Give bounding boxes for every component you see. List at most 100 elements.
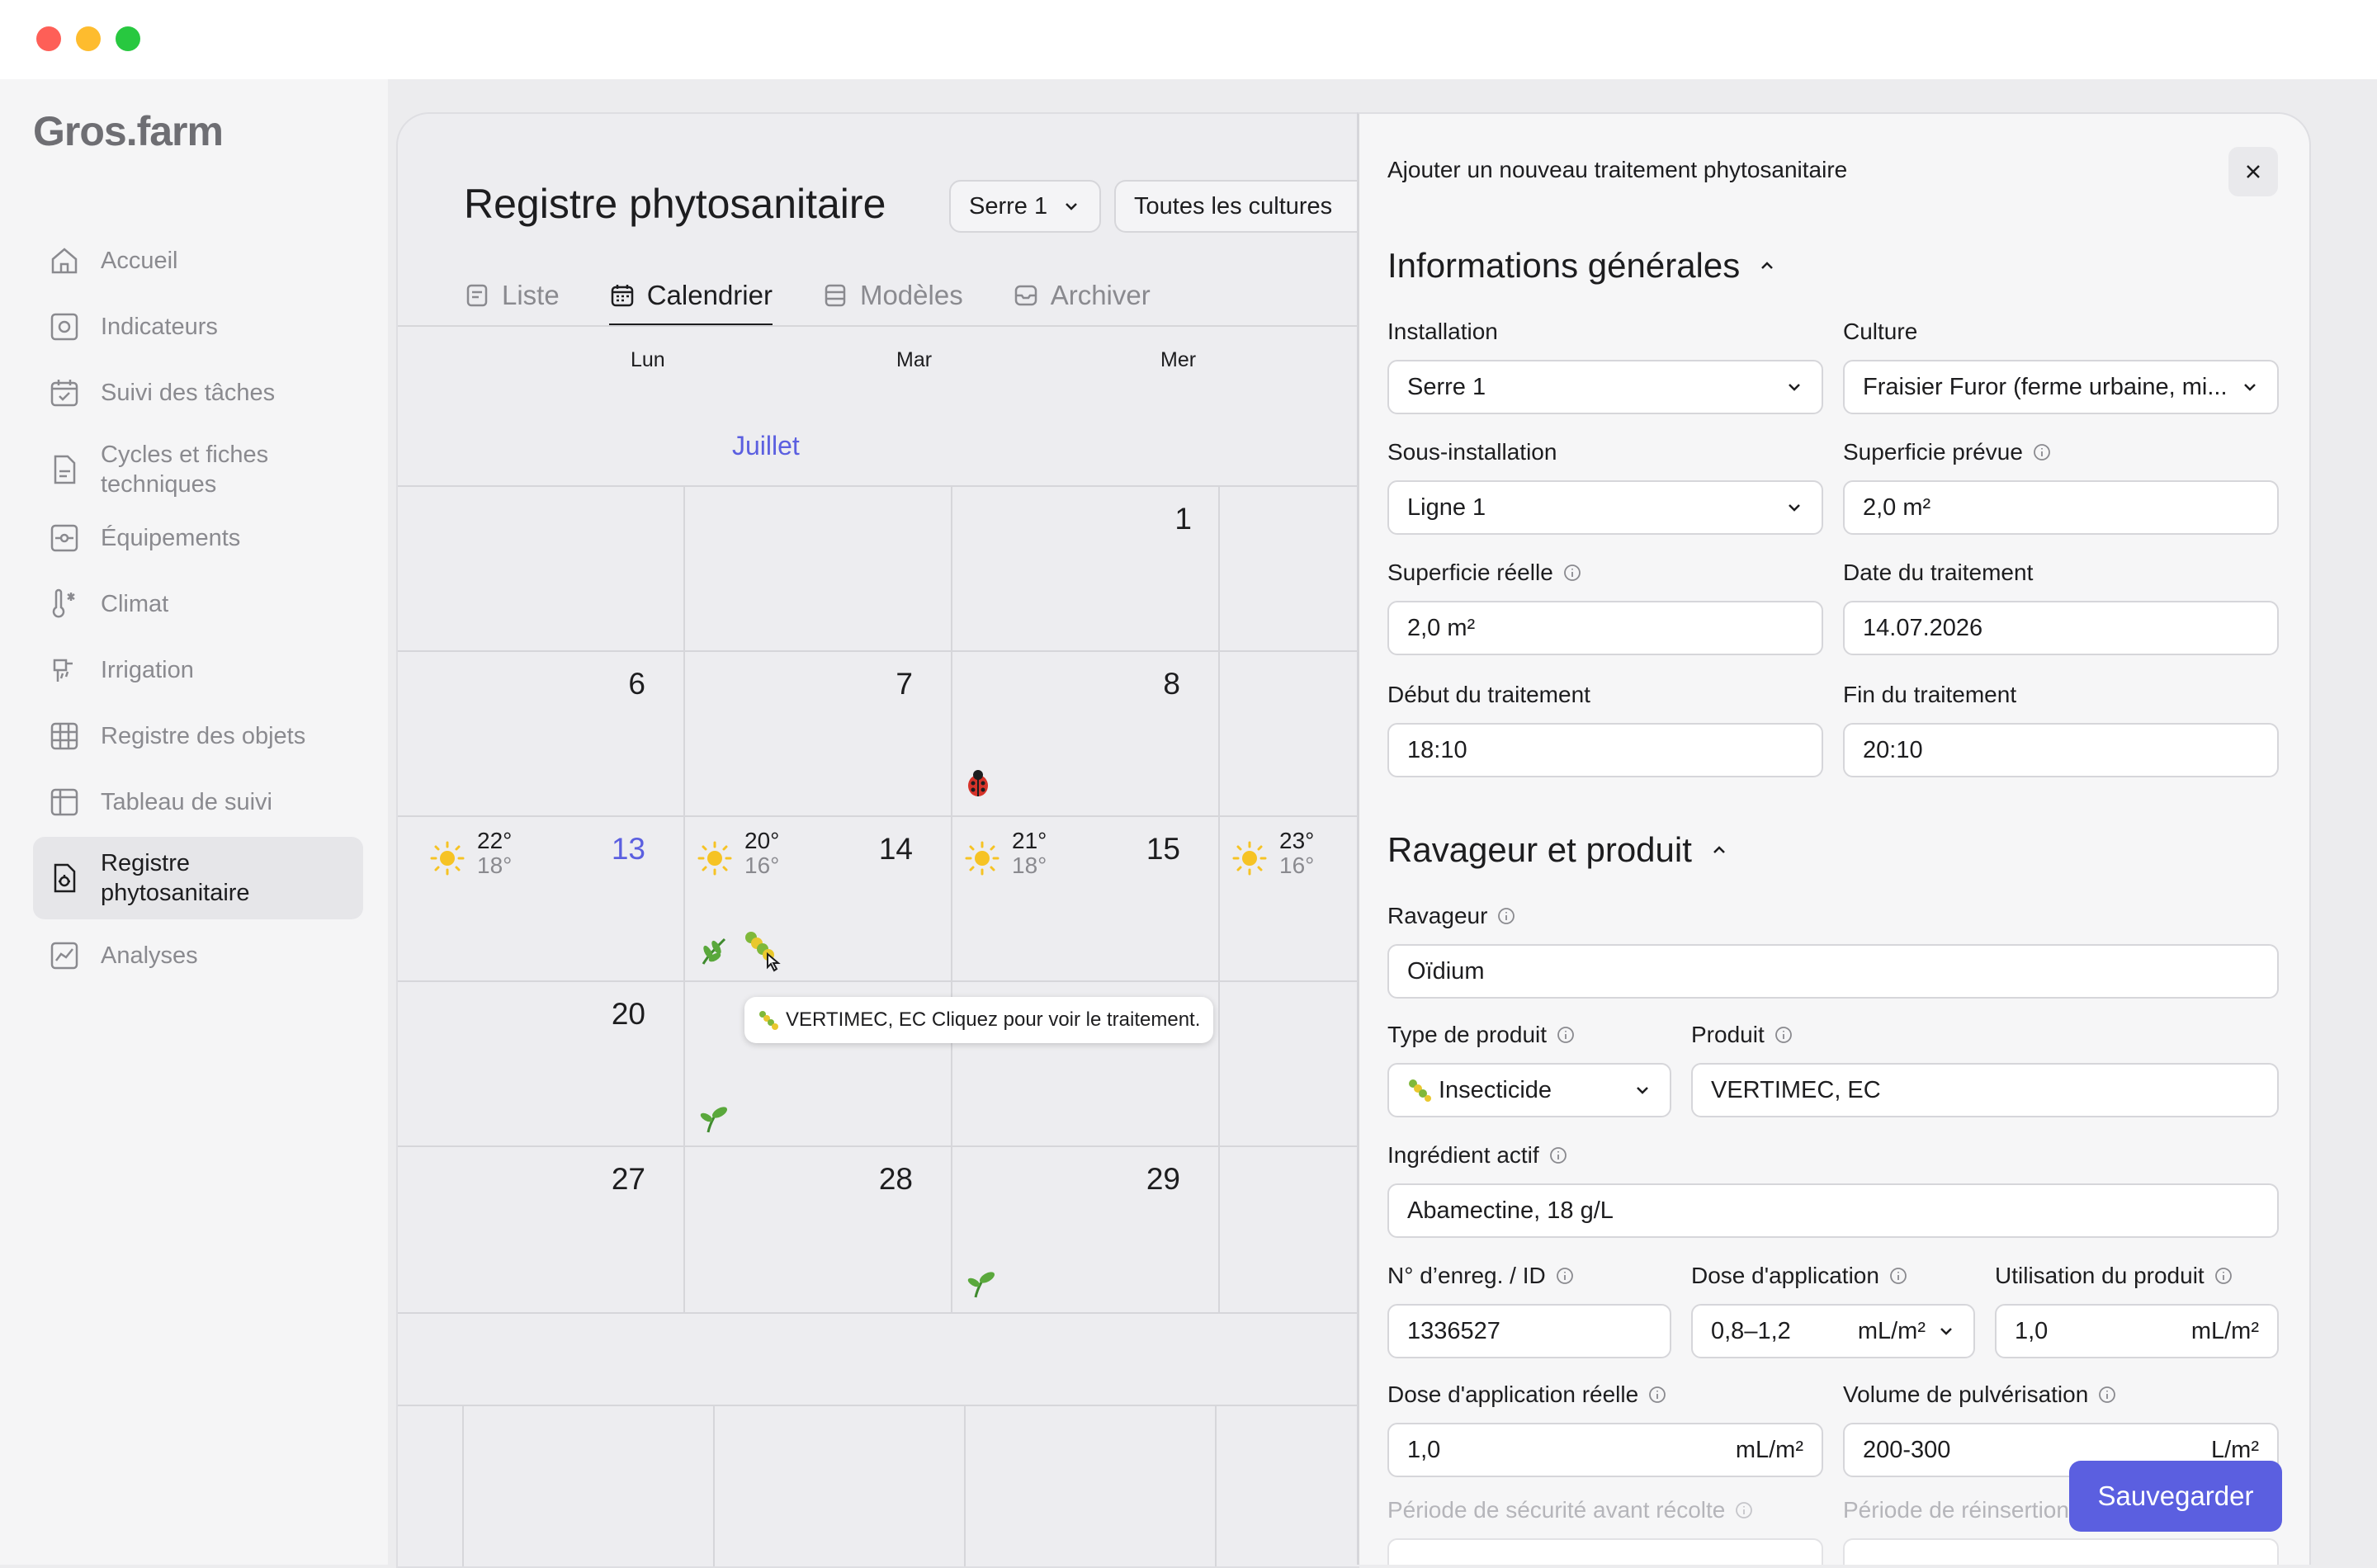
sidebar-item-accueil[interactable]: Accueil	[33, 234, 363, 287]
sidebar-item-registre-phytosanitaire[interactable]: Registre phytosanitaire	[33, 837, 363, 919]
info-icon[interactable]	[1557, 1026, 1575, 1044]
planned-area-input[interactable]: 2,0 m²	[1843, 480, 2279, 535]
sun-icon	[965, 841, 999, 876]
tab-label: Modèles	[859, 280, 963, 310]
window-titlebar	[0, 0, 2377, 79]
calendar-day[interactable]: 29	[1114, 1162, 1180, 1197]
safety-period-input[interactable]	[1387, 1538, 1823, 1565]
reg-no-input[interactable]: 1336527	[1387, 1304, 1671, 1358]
pest-input[interactable]: Oïdium	[1387, 944, 2279, 999]
app-logo: Gros.farm	[33, 108, 224, 154]
reg-no-value: 1336527	[1407, 1317, 1500, 1344]
calendar-day[interactable]: 1	[1126, 502, 1192, 536]
section-general-info[interactable]: Informations générales	[1387, 246, 1776, 286]
info-icon[interactable]	[1549, 1146, 1567, 1164]
sidebar-item-label: Registre phytosanitaire	[101, 850, 250, 906]
caterpillar-icon[interactable]	[743, 929, 784, 972]
calendar-day[interactable]: 6	[579, 667, 645, 701]
info-icon[interactable]	[1774, 1026, 1793, 1044]
equipment-icon	[48, 522, 81, 555]
calendar-day[interactable]: 14	[847, 832, 913, 867]
sidebar-item-irrigation[interactable]: Irrigation	[33, 644, 363, 697]
sidebar-item-suivi-des-taches[interactable]: Suivi des tâches	[33, 366, 363, 419]
sidebar-item-equipements[interactable]: Équipements	[33, 512, 363, 564]
usage-input[interactable]: 1,0 mL/m²	[1995, 1304, 2279, 1358]
start-time-input[interactable]: 18:10	[1387, 723, 1823, 777]
close-button[interactable]	[2228, 147, 2278, 196]
real-area-input[interactable]: 2,0 m²	[1387, 601, 1823, 655]
info-icon[interactable]	[1889, 1267, 1907, 1285]
chevron-down-icon	[1785, 378, 1803, 396]
seedling-icon[interactable]	[698, 1103, 730, 1134]
sub-installation-select[interactable]: Ligne 1	[1387, 480, 1823, 535]
window-maximize-button[interactable]	[116, 26, 140, 51]
culture-filter[interactable]: Toutes les cultures	[1114, 180, 1359, 233]
calendar-day-today[interactable]: 13	[579, 832, 645, 867]
sidebar-item-indicateurs[interactable]: Indicateurs	[33, 300, 363, 353]
window-minimize-button[interactable]	[76, 26, 101, 51]
end-time-value: 20:10	[1863, 736, 1923, 763]
templates-icon	[822, 282, 848, 309]
info-icon[interactable]	[1497, 907, 1515, 925]
sidebar-item-analyses[interactable]: Analyses	[33, 929, 363, 982]
tab-archiver[interactable]: Archiver	[1013, 271, 1151, 320]
dose-select[interactable]: 0,8–1,2 mL/m²	[1691, 1304, 1975, 1358]
info-icon[interactable]	[1556, 1267, 1574, 1285]
active-ingredient-value: Abamectine, 18 g/L	[1407, 1197, 1614, 1224]
product-type-select[interactable]: Insecticide	[1387, 1063, 1671, 1117]
weather-forecast: 20° 16°	[697, 829, 779, 878]
product-input[interactable]: VERTIMEC, EC	[1691, 1063, 2279, 1117]
info-icon[interactable]	[1735, 1501, 1753, 1519]
calendar-grid-line	[462, 1405, 464, 1566]
section-pest-product[interactable]: Ravageur et produit	[1387, 830, 1728, 870]
home-icon	[48, 244, 81, 277]
product-type-label-text: Type de produit	[1387, 1022, 1548, 1047]
real-dose-input[interactable]: 1,0 mL/m²	[1387, 1423, 1823, 1477]
sidebar-item-climat[interactable]: Climat	[33, 578, 363, 631]
culture-select[interactable]: Fraisier Furor (ferme urbaine, mi...	[1843, 360, 2279, 414]
info-icon[interactable]	[2033, 443, 2051, 461]
calendar-day[interactable]: 27	[579, 1162, 645, 1197]
installation-filter[interactable]: Serre 1	[949, 180, 1101, 233]
info-icon[interactable]	[1563, 564, 1581, 582]
sidebar-item-cycles[interactable]: Cycles et fiches techniques	[33, 432, 363, 507]
window-close-button[interactable]	[36, 26, 61, 51]
calendar-day[interactable]: 7	[847, 667, 913, 701]
product-label: Produit	[1691, 1022, 1793, 1048]
herb-icon[interactable]	[697, 934, 730, 967]
sidebar-item-label: Suivi des tâches	[101, 380, 276, 406]
chart-icon	[48, 939, 81, 972]
irrigation-icon	[48, 654, 81, 687]
calendar-day[interactable]: 15	[1114, 832, 1180, 867]
archive-icon	[1013, 282, 1039, 309]
save-button[interactable]: Sauvegarder	[2069, 1461, 2282, 1532]
end-time-input[interactable]: 20:10	[1843, 723, 2279, 777]
seedling-icon[interactable]	[966, 1268, 997, 1299]
document-icon	[48, 453, 81, 486]
sidebar-item-registre-des-objets[interactable]: Registre des objets	[33, 710, 363, 763]
phyto-register-icon	[48, 862, 81, 895]
planned-area-label: Superficie prévue	[1843, 439, 2051, 465]
ladybug-icon[interactable]	[964, 767, 992, 799]
info-icon[interactable]	[2214, 1267, 2233, 1285]
sidebar-item-tableau-de-suivi[interactable]: Tableau de suivi	[33, 776, 363, 829]
spray-volume-value: 200-300	[1863, 1436, 1951, 1463]
safety-period-label-text: Période de sécurité avant récolte	[1387, 1497, 1726, 1523]
tab-calendrier[interactable]: Calendrier	[608, 271, 773, 327]
info-icon[interactable]	[2098, 1386, 2116, 1404]
reentry-period-input[interactable]	[1843, 1538, 2279, 1565]
calendar-day[interactable]: 28	[847, 1162, 913, 1197]
sub-installation-label: Sous-installation	[1387, 439, 1557, 465]
calendar-day[interactable]: 20	[579, 997, 645, 1032]
info-icon[interactable]	[1648, 1386, 1666, 1404]
calendar-day[interactable]: 8	[1114, 667, 1180, 701]
day-header-mar: Mar	[896, 348, 933, 371]
tab-modeles[interactable]: Modèles	[822, 271, 963, 320]
day-header-mer: Mer	[1160, 348, 1197, 371]
tab-liste[interactable]: Liste	[464, 271, 560, 320]
active-ingredient-input[interactable]: Abamectine, 18 g/L	[1387, 1183, 2279, 1238]
installation-select[interactable]: Serre 1	[1387, 360, 1823, 414]
treatment-date-input[interactable]: 14.07.2026	[1843, 601, 2279, 655]
active-ingredient-label: Ingrédient actif	[1387, 1142, 1567, 1169]
chevron-down-icon	[1062, 197, 1080, 215]
